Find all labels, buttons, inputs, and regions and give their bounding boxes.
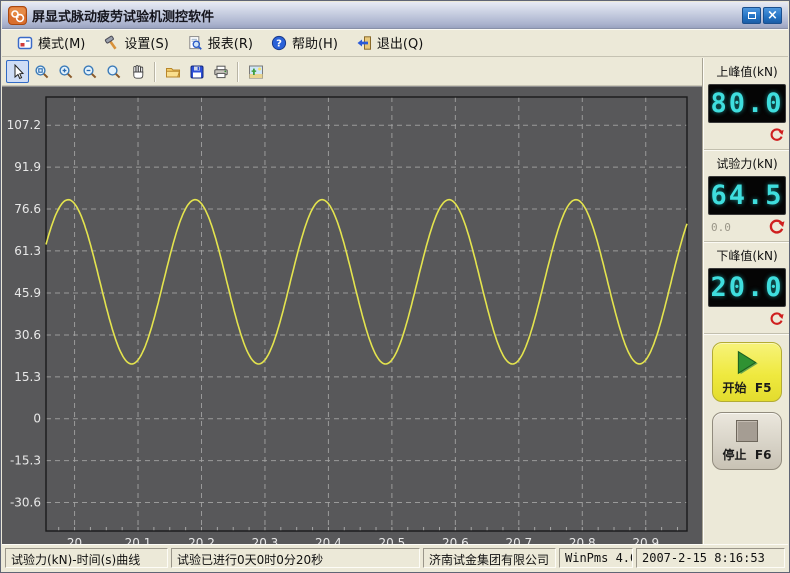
- svg-text:15.3: 15.3: [14, 370, 41, 384]
- status-elapsed-time: 试验已进行0天0时0分20秒: [171, 548, 420, 568]
- menu-item-settings[interactable]: 设置(S): [94, 30, 177, 55]
- toolbar-pan-button[interactable]: [126, 60, 149, 83]
- zoom-rect-icon: [34, 64, 50, 80]
- toolbar-save-button[interactable]: [185, 60, 208, 83]
- app-window: 屏显式脉动疲劳试验机测控软件 × 模式(M) 设置(S): [0, 0, 790, 573]
- help-question-icon: ?: [271, 35, 287, 51]
- test-force-group: 试验力(kN) 64.5 0.0: [704, 150, 790, 242]
- hammer-icon: [103, 35, 119, 51]
- app-icon: [8, 6, 27, 25]
- lower-peak-label: 下峰值(kN): [708, 247, 786, 264]
- report-magnifier-icon: [187, 35, 203, 51]
- right-panel: 上峰值(kN) 80.0 试验力(kN) 64.5 0.0: [703, 58, 790, 544]
- close-icon: ×: [767, 9, 778, 22]
- test-force-sub-value: 0.0: [708, 221, 768, 234]
- status-curve-name: 试验力(kN)-时间(s)曲线: [5, 548, 168, 568]
- chart-region: 107.2 91.9 76.6 61.3 45.9 30.6 15.3 0 -15.3 -30.6…: [2, 86, 702, 544]
- menu-item-label: 退出(Q): [377, 33, 423, 52]
- force-time-chart: 107.2 91.9 76.6 61.3 45.9 30.6 15.3 0 -15.3 -30.6…: [2, 87, 703, 547]
- refresh-icon: [769, 311, 785, 327]
- toolbar: [2, 58, 702, 86]
- toolbar-separator: [154, 62, 156, 82]
- svg-text:61.3: 61.3: [14, 244, 41, 258]
- title-bar: 屏显式脉动疲劳试验机测控软件 ×: [2, 2, 788, 29]
- status-software-version: WinPms 4.0: [559, 548, 633, 568]
- lower-peak-refresh-button[interactable]: [768, 310, 786, 328]
- menu-item-mode[interactable]: 模式(M): [8, 30, 94, 55]
- svg-text:30.6: 30.6: [14, 328, 41, 342]
- toolbar-zoom-rect-button[interactable]: [30, 60, 53, 83]
- lower-peak-group: 下峰值(kN) 20.0: [704, 242, 790, 334]
- stop-button[interactable]: 停止 F6: [712, 412, 782, 470]
- svg-text:91.9: 91.9: [14, 160, 41, 174]
- svg-text:107.2: 107.2: [7, 118, 41, 132]
- svg-text:0: 0: [33, 412, 41, 426]
- play-icon: [733, 349, 761, 377]
- upper-peak-display: 80.0: [708, 84, 786, 123]
- lower-peak-display: 20.0: [708, 268, 786, 307]
- pan-hand-icon: [130, 64, 146, 80]
- main-content: 107.2 91.9 76.6 61.3 45.9 30.6 15.3 0 -15.3 -30.6…: [2, 58, 788, 544]
- test-force-display: 64.5: [708, 176, 786, 215]
- start-label: 开始 F5: [723, 379, 772, 396]
- printer-icon: [213, 64, 229, 80]
- refresh-icon: [769, 127, 785, 143]
- left-column: 107.2 91.9 76.6 61.3 45.9 30.6 15.3 0 -15.3 -30.6…: [2, 58, 703, 544]
- svg-text:76.6: 76.6: [14, 202, 41, 216]
- stop-label: 停止 F6: [723, 446, 772, 463]
- menu-item-exit[interactable]: 退出(Q): [347, 30, 432, 55]
- svg-text:45.9: 45.9: [14, 286, 41, 300]
- svg-text:?: ?: [276, 38, 282, 49]
- menu-item-report[interactable]: 报表(R): [178, 30, 262, 55]
- status-bar: 试验力(kN)-时间(s)曲线 试验已进行0天0时0分20秒 济南试金集团有限公…: [2, 544, 788, 571]
- menu-bar: 模式(M) 设置(S) 报表(R) ? 帮助(H): [2, 29, 788, 57]
- magnifier-icon: [106, 64, 122, 80]
- toolbar-open-button[interactable]: [161, 60, 184, 83]
- upper-peak-refresh-button[interactable]: [768, 126, 786, 144]
- open-folder-icon: [165, 64, 181, 80]
- menu-item-label: 模式(M): [38, 33, 85, 52]
- zoom-in-icon: [58, 64, 74, 80]
- save-floppy-icon: [189, 64, 205, 80]
- test-force-refresh-button[interactable]: [768, 218, 786, 236]
- zoom-out-icon: [82, 64, 98, 80]
- exit-door-icon: [356, 35, 372, 51]
- test-force-label: 试验力(kN): [708, 155, 786, 172]
- upper-peak-group: 上峰值(kN) 80.0: [704, 58, 790, 150]
- svg-text:-30.6: -30.6: [10, 496, 41, 510]
- upper-peak-label: 上峰值(kN): [708, 63, 786, 80]
- status-company: 济南试金集团有限公司: [423, 548, 556, 568]
- svg-text:-15.3: -15.3: [10, 454, 41, 468]
- toolbar-zoom-out-button[interactable]: [78, 60, 101, 83]
- menu-item-label: 帮助(H): [292, 33, 338, 52]
- stop-icon: [736, 420, 758, 442]
- chart-scene-icon: [248, 64, 264, 80]
- menu-item-label: 报表(R): [208, 33, 253, 52]
- menu-item-label: 设置(S): [124, 33, 168, 52]
- start-button[interactable]: 开始 F5: [712, 342, 782, 402]
- control-buttons: 开始 F5 停止 F6: [704, 334, 790, 478]
- mode-icon: [17, 35, 33, 51]
- restore-icon: [748, 12, 756, 19]
- toolbar-separator: [237, 62, 239, 82]
- close-button[interactable]: ×: [763, 7, 782, 24]
- restore-button[interactable]: [742, 7, 761, 24]
- status-datetime: 2007-2-15 8:16:53: [636, 548, 785, 568]
- toolbar-zoom-in-button[interactable]: [54, 60, 77, 83]
- toolbar-select-button[interactable]: [6, 60, 29, 83]
- window-title: 屏显式脉动疲劳试验机测控软件: [32, 6, 742, 25]
- toolbar-chart-button[interactable]: [244, 60, 267, 83]
- cursor-icon: [10, 64, 26, 80]
- menu-item-help[interactable]: ? 帮助(H): [262, 30, 347, 55]
- refresh-icon: [768, 218, 786, 236]
- toolbar-magnifier-button[interactable]: [102, 60, 125, 83]
- toolbar-print-button[interactable]: [209, 60, 232, 83]
